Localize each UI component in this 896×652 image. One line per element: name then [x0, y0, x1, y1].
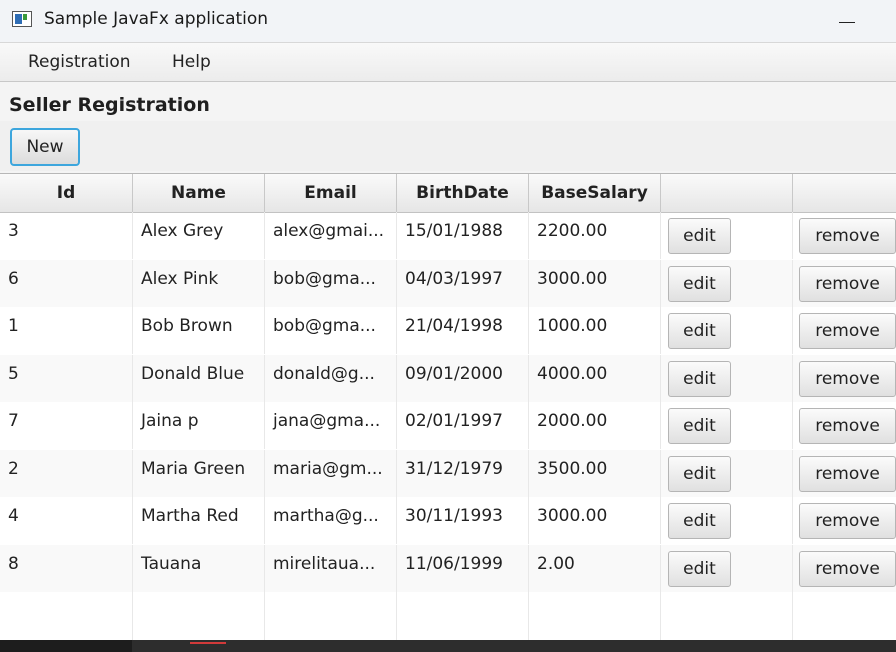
minimize-icon[interactable]	[834, 4, 862, 34]
cell-email: maria@gm...	[265, 449, 397, 497]
column-header-basesalary[interactable]: BaseSalary	[529, 174, 661, 212]
cell-id: 2	[0, 449, 133, 497]
remove-button[interactable]: remove	[799, 313, 896, 349]
table-row[interactable]: 7 Jaina p jana@gma... 02/01/1997 2000.00 edit…	[0, 402, 896, 449]
table-row[interactable]: 4 Martha Red martha@g... 30/11/1993 3000.00 e…	[0, 497, 896, 544]
cell-birthdate: 04/03/1997	[397, 259, 529, 307]
cell-email: bob@gma...	[265, 307, 397, 354]
cell-id: 5	[0, 354, 133, 402]
cell-name: Donald Blue	[133, 354, 265, 402]
cell-id: 4	[0, 497, 133, 544]
cell-email: jana@gma...	[265, 402, 397, 449]
app-window: Sample JavaFx application Registration H…	[0, 0, 896, 640]
column-header-birthdate[interactable]: BirthDate	[397, 174, 529, 212]
cell-id: 3	[0, 212, 133, 259]
seller-table: Id Name Email BirthDate BaseSalary 3 Alex…	[0, 173, 896, 640]
cell-birthdate: 31/12/1979	[397, 449, 529, 497]
remove-button[interactable]: remove	[799, 408, 896, 444]
menu-bar: Registration Help	[0, 43, 896, 82]
cell-email: mirelitaua...	[265, 544, 397, 592]
cell-id: 6	[0, 259, 133, 307]
cell-birthdate: 09/01/2000	[397, 354, 529, 402]
cell-email: alex@gmai...	[265, 212, 397, 259]
table-row[interactable]: 5 Donald Blue donald@g... 09/01/2000 4000.00…	[0, 354, 896, 402]
edit-button[interactable]: edit	[668, 550, 731, 587]
cell-basesalary: 2.00	[529, 544, 661, 592]
toolbar	[0, 121, 896, 171]
cell-name: Bob Brown	[133, 307, 265, 354]
menu-help[interactable]: Help	[172, 52, 211, 72]
edit-button[interactable]: edit	[668, 455, 731, 492]
app-icon	[12, 11, 32, 27]
cell-birthdate: 21/04/1998	[397, 307, 529, 354]
table-row[interactable]: 1 Bob Brown bob@gma... 21/04/1998 1000.00 edi…	[0, 307, 896, 354]
empty-row	[0, 592, 896, 640]
cell-name: Jaina p	[133, 402, 265, 449]
cell-id: 1	[0, 307, 133, 354]
cell-basesalary: 2200.00	[529, 212, 661, 259]
cell-name: Maria Green	[133, 449, 265, 497]
remove-button[interactable]: remove	[799, 218, 896, 254]
cell-basesalary: 1000.00	[529, 307, 661, 354]
column-header-email[interactable]: Email	[265, 174, 397, 212]
title-bar: Sample JavaFx application	[0, 0, 896, 43]
remove-button[interactable]: remove	[799, 360, 896, 397]
page-title: Seller Registration	[9, 94, 210, 116]
cell-basesalary: 2000.00	[529, 402, 661, 449]
table-row[interactable]: 8 Tauana mirelitaua... 11/06/1999 2.00 edit re…	[0, 544, 896, 592]
edit-button[interactable]: edit	[668, 313, 731, 349]
cell-email: bob@gma...	[265, 259, 397, 307]
menu-registration[interactable]: Registration	[28, 52, 131, 72]
cell-id: 7	[0, 402, 133, 449]
cell-name: Martha Red	[133, 497, 265, 544]
edit-button[interactable]: edit	[668, 265, 731, 302]
cell-basesalary: 3000.00	[529, 259, 661, 307]
column-header-name[interactable]: Name	[133, 174, 265, 212]
edit-button[interactable]: edit	[668, 503, 731, 539]
cell-basesalary: 4000.00	[529, 354, 661, 402]
column-header-edit[interactable]	[661, 174, 793, 212]
edit-button[interactable]: edit	[668, 408, 731, 444]
cell-email: martha@g...	[265, 497, 397, 544]
column-header-remove[interactable]	[793, 174, 896, 212]
remove-button[interactable]: remove	[799, 455, 896, 492]
table-row[interactable]: 6 Alex Pink bob@gma... 04/03/1997 3000.00 edi…	[0, 259, 896, 307]
remove-button[interactable]: remove	[799, 550, 896, 587]
cell-basesalary: 3500.00	[529, 449, 661, 497]
column-header-id[interactable]: Id	[0, 174, 133, 212]
cell-birthdate: 15/01/1988	[397, 212, 529, 259]
cell-name: Alex Grey	[133, 212, 265, 259]
remove-button[interactable]: remove	[799, 265, 896, 302]
cell-birthdate: 02/01/1997	[397, 402, 529, 449]
table-header: Id Name Email BirthDate BaseSalary	[0, 174, 896, 213]
cell-name: Alex Pink	[133, 259, 265, 307]
edit-button[interactable]: edit	[668, 218, 731, 254]
cell-email: donald@g...	[265, 354, 397, 402]
table-row[interactable]: 3 Alex Grey alex@gmai... 15/01/1988 2200.00 e…	[0, 212, 896, 259]
cell-birthdate: 11/06/1999	[397, 544, 529, 592]
edit-button[interactable]: edit	[668, 360, 731, 397]
new-button[interactable]: New	[10, 128, 80, 166]
taskbar-strip	[0, 640, 896, 652]
cell-basesalary: 3000.00	[529, 497, 661, 544]
cell-id: 8	[0, 544, 133, 592]
window-title: Sample JavaFx application	[44, 9, 269, 29]
table-row[interactable]: 2 Maria Green maria@gm... 31/12/1979 3500.00…	[0, 449, 896, 497]
cell-birthdate: 30/11/1993	[397, 497, 529, 544]
remove-button[interactable]: remove	[799, 503, 896, 539]
cell-name: Tauana	[133, 544, 265, 592]
